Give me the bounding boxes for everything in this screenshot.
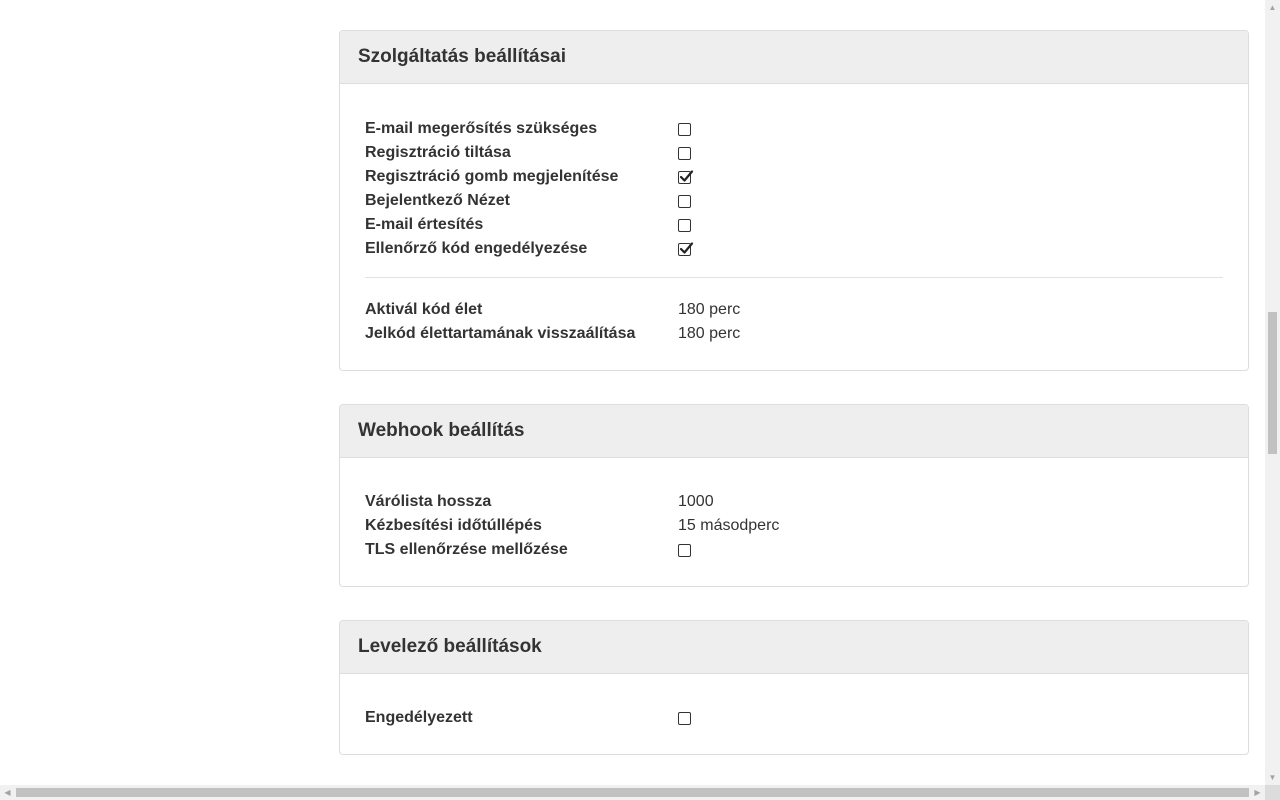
setting-row-login-view: Bejelentkező Nézet: [365, 189, 1223, 213]
vertical-scroll-thumb[interactable]: [1268, 312, 1277, 454]
setting-label: E-mail megerősítés szükséges: [365, 120, 598, 137]
skip-tls-checkbox[interactable]: [678, 544, 691, 557]
scrollbar-corner: [1265, 785, 1280, 800]
setting-value: 180 perc: [678, 325, 741, 342]
show-register-button-checkbox[interactable]: [678, 170, 694, 184]
setting-label: Jelkód élettartamának visszaálítása: [365, 325, 636, 342]
setting-value: 180 perc: [678, 301, 741, 318]
setting-row-reset-password-code-lives: Jelkód élettartamának visszaálítása 180 …: [365, 322, 1223, 346]
service-settings-panel: Szolgáltatás beállításai E-mail megerősí…: [339, 30, 1249, 371]
setting-label: TLS ellenőrzése mellőzése: [365, 541, 568, 558]
email-notification-checkbox[interactable]: [678, 219, 691, 232]
horizontal-scroll-thumb[interactable]: [16, 788, 1249, 797]
login-view-checkbox[interactable]: [678, 195, 691, 208]
webhook-settings-title: Webhook beállítás: [340, 405, 1248, 458]
vertical-scrollbar[interactable]: ▲ ▼: [1265, 0, 1280, 785]
setting-value: 15 másodperc: [678, 517, 780, 534]
scroll-up-arrow-icon[interactable]: ▲: [1265, 0, 1280, 15]
setting-label: E-mail értesítés: [365, 216, 484, 233]
setting-row-active-code-lives: Aktivál kód élet 180 perc: [365, 298, 1223, 322]
email-verification-checkbox[interactable]: [678, 123, 691, 136]
setting-row-email-notification: E-mail értesítés: [365, 213, 1223, 237]
setting-label: Engedélyezett: [365, 709, 473, 726]
setting-row-mailer-enabled: Engedélyezett: [365, 706, 1223, 730]
checkmark-icon: [679, 170, 694, 182]
setting-label: Regisztráció gomb megjelenítése: [365, 168, 619, 185]
service-settings-title: Szolgáltatás beállításai: [340, 31, 1248, 84]
setting-value: 1000: [678, 493, 714, 510]
setting-label: Kézbesítési időtúllépés: [365, 517, 542, 534]
disable-registration-checkbox[interactable]: [678, 147, 691, 160]
checkmark-icon: [679, 242, 694, 254]
scroll-right-arrow-icon[interactable]: ▶: [1250, 785, 1265, 800]
setting-label: Ellenőrző kód engedélyezése: [365, 240, 588, 257]
scroll-left-arrow-icon[interactable]: ◀: [0, 785, 15, 800]
setting-label: Regisztráció tiltása: [365, 144, 511, 161]
setting-row-queue-length: Várólista hossza 1000: [365, 490, 1223, 514]
setting-label: Aktivál kód élet: [365, 301, 483, 318]
scroll-down-arrow-icon[interactable]: ▼: [1265, 770, 1280, 785]
setting-label: Bejelentkező Nézet: [365, 192, 510, 209]
setting-row-delivery-timeout: Kézbesítési időtúllépés 15 másodperc: [365, 514, 1223, 538]
enable-captcha-checkbox[interactable]: [678, 242, 694, 256]
section-divider: [365, 277, 1223, 278]
setting-label: Várólista hossza: [365, 493, 492, 510]
setting-row-show-register-button: Regisztráció gomb megjelenítése: [365, 165, 1223, 189]
page-viewport: Szolgáltatás beállításai E-mail megerősí…: [0, 0, 1265, 785]
setting-row-enable-captcha: Ellenőrző kód engedélyezése: [365, 237, 1223, 261]
setting-row-skip-tls: TLS ellenőrzése mellőzése: [365, 538, 1223, 562]
setting-row-email-verification: E-mail megerősítés szükséges: [365, 117, 1223, 141]
webhook-settings-panel: Webhook beállítás Várólista hossza 1000 …: [339, 404, 1249, 587]
mailer-settings-panel: Levelező beállítások Engedélyezett: [339, 620, 1249, 755]
mailer-enabled-checkbox[interactable]: [678, 712, 691, 725]
mailer-settings-title: Levelező beállítások: [340, 621, 1248, 674]
setting-row-disable-registration: Regisztráció tiltása: [365, 141, 1223, 165]
horizontal-scrollbar[interactable]: ◀ ▶: [0, 785, 1265, 800]
